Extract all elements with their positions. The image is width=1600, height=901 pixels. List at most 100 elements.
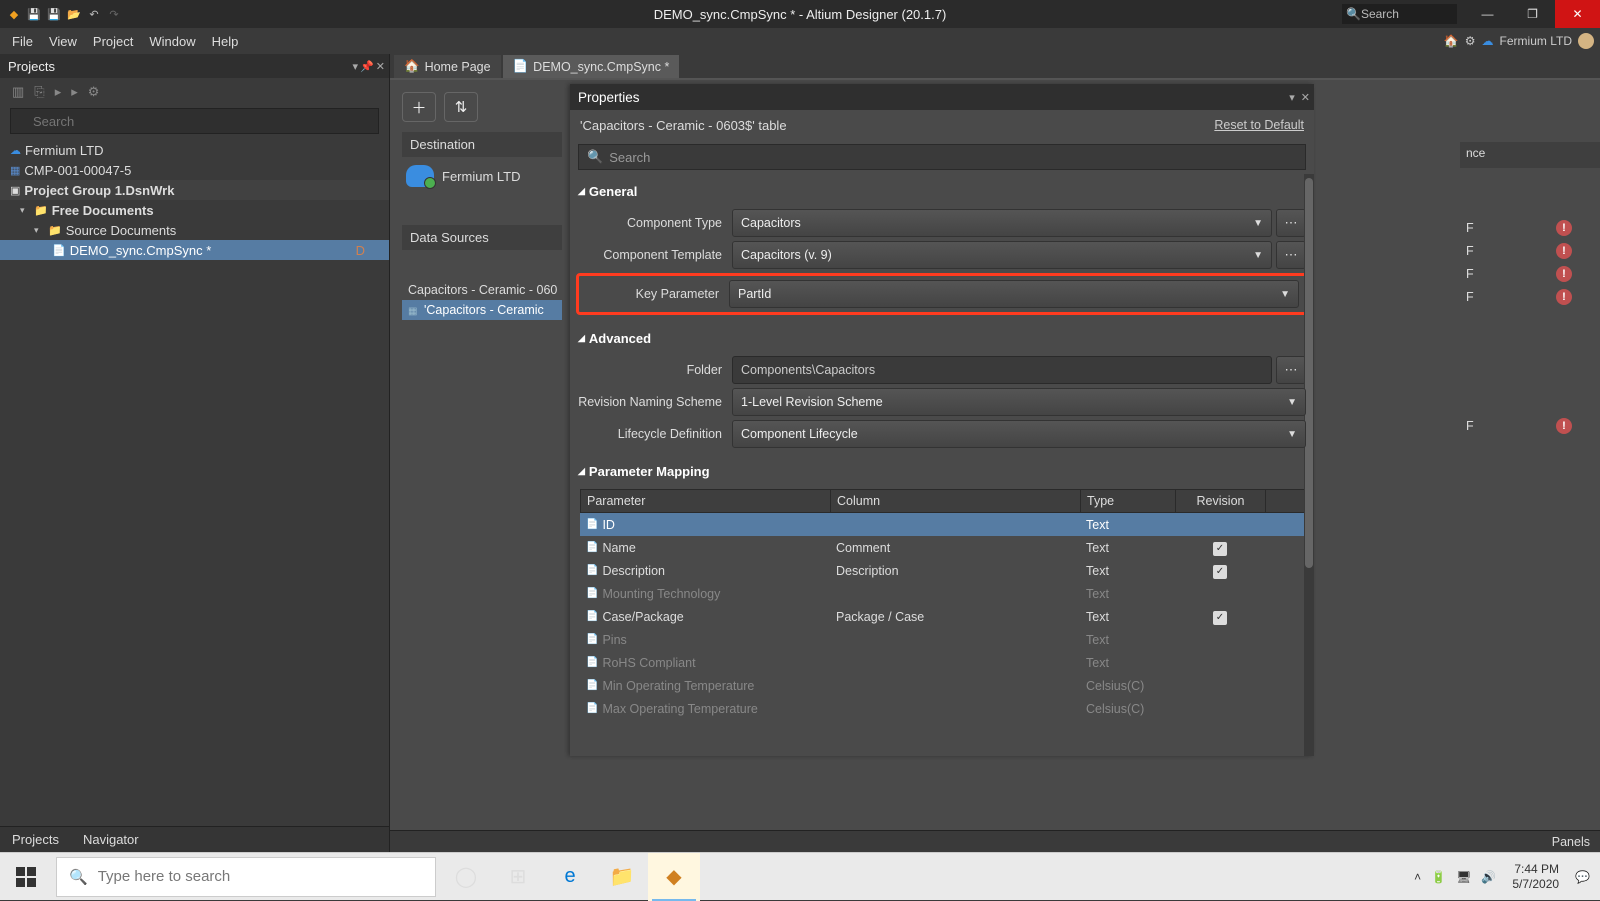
home-icon[interactable]: 🏠 xyxy=(1444,34,1459,48)
header-revision[interactable]: Revision xyxy=(1176,490,1266,512)
cortana-icon[interactable]: ◯ xyxy=(440,853,492,901)
menu-help[interactable]: Help xyxy=(204,31,247,52)
altium-app-icon[interactable]: ◆ xyxy=(648,853,700,901)
folder-input[interactable]: Components\Capacitors xyxy=(732,356,1272,384)
tree-source-documents[interactable]: ▾📁Source Documents xyxy=(0,220,389,240)
tray-notifications-icon[interactable]: 💬 xyxy=(1575,870,1590,884)
edge-icon[interactable]: e xyxy=(544,853,596,901)
section-general[interactable]: ◢General xyxy=(576,178,1314,205)
tree-workspace[interactable]: ☁Fermium LTD xyxy=(0,140,389,160)
table-row[interactable]: 📄PinsText xyxy=(580,628,1308,651)
menu-file[interactable]: File xyxy=(4,31,41,52)
refresh-button[interactable]: ⇅ xyxy=(444,92,478,122)
file-explorer-icon[interactable]: 📁 xyxy=(596,853,648,901)
reset-to-default-link[interactable]: Reset to Default xyxy=(1214,118,1304,132)
global-search-input[interactable]: 🔍 Search xyxy=(1342,4,1457,24)
table-row[interactable]: 📄Mounting TechnologyText xyxy=(580,582,1308,605)
panel-dropdown-icon[interactable]: ▾ xyxy=(1289,91,1295,104)
key-parameter-dropdown[interactable]: PartId▼ xyxy=(729,280,1299,308)
tray-network-icon[interactable]: 🖥 xyxy=(1456,870,1471,884)
toolbar-compile-icon[interactable]: ▸ xyxy=(71,84,78,100)
header-type[interactable]: Type xyxy=(1081,490,1176,512)
panel-close-icon[interactable]: ✕ xyxy=(376,60,385,73)
tree-project-group[interactable]: ▣Project Group 1.DsnWrk xyxy=(0,180,389,200)
grid-row[interactable]: F! xyxy=(1460,414,1600,437)
grid-column-header[interactable]: nce xyxy=(1460,142,1600,168)
table-row[interactable]: 📄DescriptionDescriptionText✓ xyxy=(580,559,1308,582)
toolbar-add-icon[interactable]: ⎘ xyxy=(34,84,44,100)
tray-chevron-icon[interactable]: ˄ xyxy=(1414,870,1421,884)
grid-row[interactable]: F! xyxy=(1460,216,1600,239)
grid-row[interactable]: F! xyxy=(1460,285,1600,308)
redo-icon[interactable]: ↷ xyxy=(106,6,122,22)
data-source-table[interactable]: ▦'Capacitors - Ceramic xyxy=(402,300,562,320)
component-type-more-button[interactable]: ⋯ xyxy=(1276,209,1306,237)
save-icon[interactable]: 💾 xyxy=(26,6,42,22)
gear-icon[interactable]: ⚙ xyxy=(1465,34,1476,48)
document-icon: 📄 xyxy=(513,59,529,74)
user-avatar-icon[interactable] xyxy=(1578,33,1594,49)
workspace-name[interactable]: Fermium LTD xyxy=(1500,34,1572,48)
component-template-label: Component Template xyxy=(576,248,732,262)
section-parameter-mapping[interactable]: ◢Parameter Mapping xyxy=(576,458,1314,485)
add-button[interactable]: ＋ xyxy=(402,92,436,122)
windows-taskbar: 🔍Type here to search ◯ ⊞ e 📁 ◆ ˄ 🔋 🖥 🔊 7… xyxy=(0,852,1600,900)
tab-demo-sync[interactable]: 📄DEMO_sync.CmpSync * xyxy=(503,55,680,78)
component-type-dropdown[interactable]: Capacitors▼ xyxy=(732,209,1272,237)
close-button[interactable]: ✕ xyxy=(1555,0,1600,28)
menu-view[interactable]: View xyxy=(41,31,85,52)
checkbox-checked-icon[interactable]: ✓ xyxy=(1213,611,1227,625)
tab-navigator[interactable]: Navigator xyxy=(71,828,151,851)
table-row[interactable]: 📄Max Operating TemperatureCelsius(C) xyxy=(580,697,1308,720)
table-row[interactable]: 📄Min Operating TemperatureCelsius(C) xyxy=(580,674,1308,697)
tray-battery-icon[interactable]: 🔋 xyxy=(1431,870,1446,884)
toolbar-settings-icon[interactable]: ⚙ xyxy=(88,84,100,100)
tray-volume-icon[interactable]: 🔊 xyxy=(1481,870,1496,884)
taskbar-search-input[interactable]: 🔍Type here to search xyxy=(56,857,436,897)
header-column[interactable]: Column xyxy=(831,490,1081,512)
open-icon[interactable]: 📂 xyxy=(66,6,82,22)
component-template-more-button[interactable]: ⋯ xyxy=(1276,241,1306,269)
destination-item[interactable]: Fermium LTD xyxy=(402,157,562,195)
data-source-item[interactable]: Capacitors - Ceramic - 060 xyxy=(402,280,562,300)
menu-project[interactable]: Project xyxy=(85,31,141,52)
section-advanced[interactable]: ◢Advanced xyxy=(576,325,1314,352)
tree-document[interactable]: 📄DEMO_sync.CmpSync *D xyxy=(0,240,389,260)
vertical-scrollbar[interactable] xyxy=(1304,174,1314,756)
table-row[interactable]: 📄Case/PackagePackage / CaseText✓ xyxy=(580,605,1308,628)
tray-clock[interactable]: 7:44 PM 5/7/2020 xyxy=(1506,862,1565,891)
panel-pin-icon[interactable]: 📌 xyxy=(360,60,374,73)
checkbox-checked-icon[interactable]: ✓ xyxy=(1213,542,1227,556)
panel-close-icon[interactable]: ✕ xyxy=(1301,91,1310,104)
properties-context-label: 'Capacitors - Ceramic - 0603$' table xyxy=(580,118,787,133)
table-row[interactable]: 📄NameCommentText✓ xyxy=(580,536,1308,559)
menu-window[interactable]: Window xyxy=(141,31,203,52)
undo-icon[interactable]: ↶ xyxy=(86,6,102,22)
start-button[interactable] xyxy=(0,853,52,901)
revision-scheme-dropdown[interactable]: 1-Level Revision Scheme▼ xyxy=(732,388,1306,416)
panels-button[interactable]: Panels xyxy=(1552,835,1590,849)
projects-search-input[interactable] xyxy=(10,108,379,134)
tab-projects[interactable]: Projects xyxy=(0,828,71,851)
lifecycle-dropdown[interactable]: Component Lifecycle▼ xyxy=(732,420,1306,448)
maximize-button[interactable]: ❐ xyxy=(1510,0,1555,28)
table-row[interactable]: 📄IDText xyxy=(580,513,1308,536)
folder-browse-button[interactable]: ⋯ xyxy=(1276,356,1306,384)
grid-row[interactable]: F! xyxy=(1460,239,1600,262)
component-template-dropdown[interactable]: Capacitors (v. 9)▼ xyxy=(732,241,1272,269)
tree-component[interactable]: ▦CMP-001-00047-5 xyxy=(0,160,389,180)
toolbar-folder-icon[interactable]: ▸ xyxy=(55,84,62,100)
minimize-button[interactable]: — xyxy=(1465,0,1510,28)
table-icon: ▦ xyxy=(408,306,420,317)
tree-free-documents[interactable]: ▾📁Free Documents xyxy=(0,200,389,220)
header-parameter[interactable]: Parameter xyxy=(581,490,831,512)
properties-search-input[interactable]: 🔍 Search xyxy=(578,144,1306,170)
panel-dropdown-icon[interactable]: ▾ xyxy=(353,60,359,73)
tab-home-page[interactable]: 🏠Home Page xyxy=(394,55,501,78)
grid-row[interactable]: F! xyxy=(1460,262,1600,285)
checkbox-checked-icon[interactable]: ✓ xyxy=(1213,565,1227,579)
save-all-icon[interactable]: 💾 xyxy=(46,6,62,22)
table-row[interactable]: 📄RoHS CompliantText xyxy=(580,651,1308,674)
toolbar-project-icon[interactable]: ▥ xyxy=(12,84,24,100)
task-view-icon[interactable]: ⊞ xyxy=(492,853,544,901)
